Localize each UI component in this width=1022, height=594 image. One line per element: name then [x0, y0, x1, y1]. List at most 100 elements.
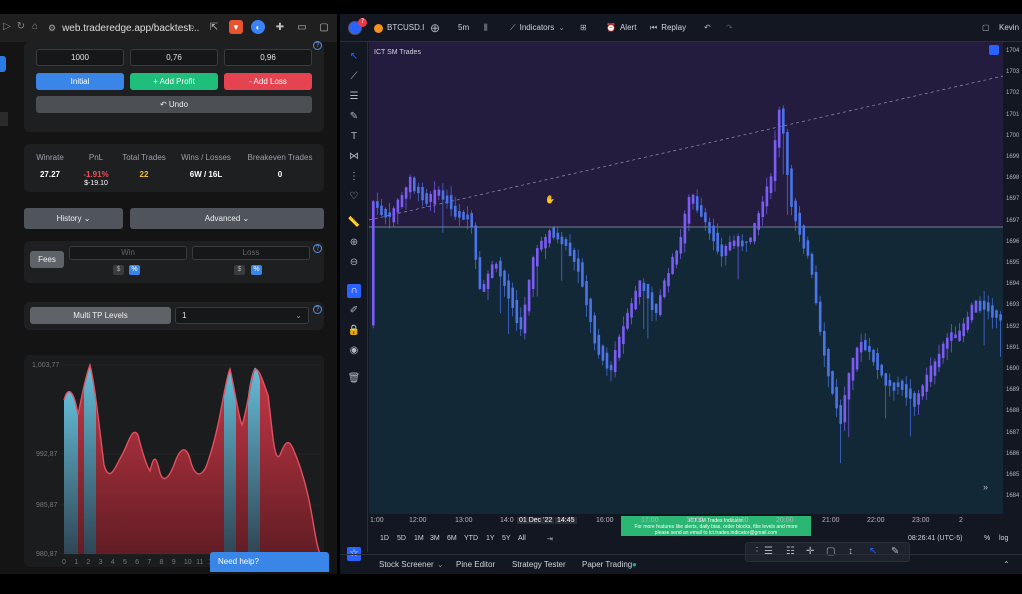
multi-tp-select[interactable]: 1 ⌄ [175, 307, 309, 324]
layout-checkbox[interactable]: ▢ [982, 14, 990, 42]
templates-icon[interactable]: ⊞ [580, 14, 587, 42]
address-bar[interactable]: ⚙ web.traderedge.app/backtest... [48, 18, 199, 38]
cursor-icon[interactable]: ↖ [347, 50, 361, 64]
candle-body [847, 373, 851, 400]
fees-button[interactable]: Fees [30, 251, 64, 268]
fib-icon[interactable]: ☰ [347, 90, 361, 104]
goto-date-icon[interactable]: ⇥ [547, 535, 553, 543]
puzzle-icon[interactable]: ✚ [273, 20, 287, 34]
collapse-up-icon[interactable]: ⌃ [1003, 560, 1010, 569]
text-icon[interactable]: T [347, 130, 361, 144]
undo-icon[interactable]: ↶ [704, 14, 711, 42]
range-1y[interactable]: 1Y [486, 535, 495, 542]
drawing-toolbar: ↖ ⟋ ☰ ✎ T ⋈ ⋮ ♡ 📏 ⊕ ⊖ ∩ ✐ 🔒 ◉ 🗑 ☆ [340, 42, 368, 561]
chevron-down-icon: ⌄ [295, 311, 302, 320]
chevron-down-icon[interactable]: ⌄ [437, 560, 444, 569]
time-axis[interactable]: 1:00 12:00 13:00 14:0 01 Dec '22 14:45 16:00 17… [369, 514, 1022, 528]
candlestick-chart[interactable]: ICT SM Trades » ✋ [368, 42, 1004, 514]
redo-icon[interactable]: ↷ [726, 14, 733, 42]
add-profit-button[interactable]: + Add Profit [130, 73, 218, 90]
lock-icon[interactable]: 🔒 [347, 324, 361, 338]
alert-button[interactable]: ⏰ Alert [606, 14, 636, 42]
log-toggle[interactable]: log [999, 535, 1008, 542]
tab-strategy-tester[interactable]: Strategy Tester [512, 560, 566, 569]
range-1m[interactable]: 1M [414, 535, 424, 542]
advanced-button[interactable]: Advanced ⌄ [130, 208, 324, 229]
initial-button[interactable]: Initial [36, 73, 124, 90]
indicators-button[interactable]: ⟋ Indicators ⌄ [510, 14, 565, 42]
win-percent-toggle[interactable]: % [129, 265, 140, 275]
site-info-icon[interactable]: ⚙ [48, 23, 56, 34]
candle-body [654, 303, 658, 313]
need-help-button[interactable]: Need help? [210, 552, 329, 572]
indicator-title: ICT SM Trades [374, 49, 421, 56]
candle-type-icon[interactable]: ⫼ [484, 14, 488, 42]
balance-input[interactable]: 1000 [36, 49, 124, 66]
tab-paper-trading[interactable]: Paper Trading [582, 560, 632, 569]
help-icon[interactable]: ? [313, 41, 322, 50]
win-band-4 [248, 367, 260, 554]
candle-body [745, 241, 748, 243]
extension-icon[interactable]: ◐ [251, 20, 265, 34]
range-5y[interactable]: 5Y [502, 535, 511, 542]
share-icon[interactable]: ⇱ [207, 20, 221, 34]
sync-icon[interactable] [989, 45, 999, 55]
trendline-icon[interactable]: ⟋ [347, 70, 361, 84]
add-symbol-icon[interactable]: ⊕ [430, 14, 440, 42]
history-button[interactable]: History ⌄ [24, 208, 123, 229]
reward-input[interactable]: 0,96 [224, 49, 312, 66]
candle-body [556, 232, 560, 240]
reload-icon[interactable]: ↻ [14, 21, 28, 32]
sidebar-icon[interactable]: ▭ [295, 20, 309, 34]
fees-help-icon[interactable]: ? [313, 244, 322, 253]
forward-icon[interactable]: ▷ [0, 21, 14, 32]
range-ytd[interactable]: YTD [464, 535, 478, 542]
search-icon[interactable]: ⌕ [185, 20, 199, 34]
price-chart[interactable]: ICT SM Trades » ✋ ICT SM Trades Indicato… [368, 42, 1004, 536]
user-name[interactable]: Kevin [999, 14, 1019, 42]
fee-loss-input[interactable]: Loss [192, 246, 310, 260]
window-icon[interactable]: ▢ [317, 20, 331, 34]
loss-dollar-toggle[interactable]: $ [234, 265, 245, 275]
interval-button[interactable]: 5m [458, 14, 469, 42]
percent-toggle[interactable]: % [984, 535, 990, 542]
add-loss-button[interactable]: - Add Loss [224, 73, 312, 90]
candle-body [831, 371, 834, 394]
trash-icon[interactable]: 🗑 [347, 372, 361, 386]
pattern-icon[interactable]: ⋈ [347, 150, 361, 164]
undo-button[interactable]: ↶ Undo [36, 96, 312, 113]
zoom-out-icon[interactable]: ⊖ [347, 256, 361, 270]
forecast-icon[interactable]: ⋮ [347, 170, 361, 184]
fee-win-input[interactable]: Win [69, 246, 187, 260]
magnet-icon[interactable]: ∩ [347, 284, 361, 298]
home-icon[interactable]: ⌂ [28, 21, 42, 32]
heart-icon[interactable]: ♡ [347, 190, 361, 204]
loss-percent-toggle[interactable]: % [251, 265, 262, 275]
range-all[interactable]: All [518, 535, 526, 542]
tab-pine-editor[interactable]: Pine Editor [456, 560, 495, 569]
ruler-icon[interactable]: 📏 [347, 216, 361, 230]
sidebar-tab[interactable] [0, 56, 6, 72]
range-6m[interactable]: 6M [447, 535, 457, 542]
brush-icon[interactable]: ✎ [347, 110, 361, 124]
lock-drawing-icon[interactable]: ✐ [347, 304, 361, 318]
replay-button[interactable]: ⏮ Replay [650, 14, 686, 42]
multi-tp-button[interactable]: Multi TP Levels [30, 307, 171, 324]
win-dollar-toggle[interactable]: $ [113, 265, 124, 275]
price-scale[interactable]: 1704 1703 1702 1701 1700 1699 1698 1697 1697 1696… [1003, 42, 1022, 514]
risk-input[interactable]: 0,76 [130, 49, 218, 66]
range-3m[interactable]: 3M [430, 535, 440, 542]
candle-body [642, 282, 646, 292]
brave-shield-icon[interactable]: ▼ [229, 20, 243, 34]
candle-body [671, 256, 674, 275]
range-1d[interactable]: 1D [380, 535, 389, 542]
scroll-right-icon[interactable]: » [983, 482, 988, 492]
multi-tp-help-icon[interactable]: ? [313, 305, 322, 314]
tab-stock-screener[interactable]: Stock Screener [379, 560, 434, 569]
range-5d[interactable]: 5D [397, 535, 406, 542]
candle-body [531, 257, 535, 290]
symbol-button[interactable]: BTCUSD.I [374, 14, 424, 42]
candle-body [724, 245, 728, 256]
eye-icon[interactable]: ◉ [347, 344, 361, 358]
zoom-in-icon[interactable]: ⊕ [347, 236, 361, 250]
